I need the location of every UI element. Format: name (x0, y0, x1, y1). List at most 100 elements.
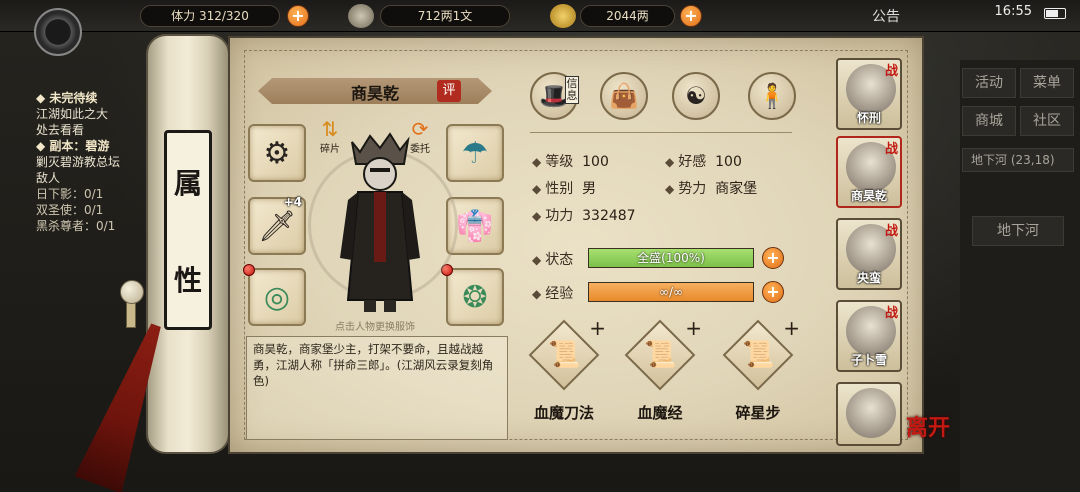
upgrade-plus-icon[interactable]: + (783, 316, 800, 340)
character-bio: 商昊乾，商家堡少主，打架不要命，且越战越勇，江湖人称「拼命三郎」。(江湖风云录复… (246, 336, 508, 440)
equip-slot-ring[interactable]: ◎ (248, 268, 306, 326)
quest-tracker[interactable]: ◆ 未完待续 江湖如此之大 处去看看 ◆ 副本：碧游 剿灭碧游教总坛 敌人 日下… (36, 90, 156, 234)
level-value: 100 (582, 154, 609, 170)
faction-value: 商家堡 (715, 181, 758, 197)
exp-label: 经验 (545, 286, 574, 302)
cycle-arrows-icon: ⟳ (411, 117, 429, 141)
location-item-label: 地下河 (997, 223, 1039, 239)
skill-name: 碎星步 (735, 404, 781, 422)
party-member-2[interactable]: 战 商昊乾 (836, 136, 902, 208)
stat-favor: ◆ 好感 100 (665, 151, 742, 171)
silver-text: 2044两 (606, 9, 649, 23)
skill-slot-2[interactable]: 📜 + 血魔经 (614, 316, 706, 423)
status-label: 状态 (545, 252, 574, 268)
portrait-avatar (846, 388, 896, 438)
stat-level: ◆ 等级 100 (532, 151, 609, 171)
tab-char: 属 (173, 166, 202, 200)
quest-line: 敌人 (36, 171, 61, 185)
tab-bagua[interactable]: ☯ (672, 72, 720, 120)
change-outfit-hint: 点击人物更换服饰 (335, 322, 415, 333)
upgrade-plus-icon[interactable]: + (685, 316, 702, 340)
entrust-label: 委托 (410, 144, 430, 155)
battle-tag: 战 (884, 142, 898, 157)
scroll-icon: 📜 (644, 340, 677, 370)
skill-name: 血魔刀法 (533, 404, 594, 422)
stat-power: ◆ 功力 332487 (532, 205, 636, 225)
fragment-label: 碎片 (320, 144, 340, 155)
location-text: 地下河 (971, 153, 1008, 167)
party-member-5[interactable] (836, 382, 902, 446)
silver-icon (550, 4, 576, 28)
quest-line: 日下影：0/1 (36, 187, 104, 201)
faction-label: 势力 (678, 181, 707, 197)
entrust-button[interactable]: ⟳ 委托 (400, 118, 440, 155)
add-exp-button[interactable]: + (762, 281, 784, 303)
activity-label: 活动 (975, 75, 1003, 91)
bag-icon: 👜 (609, 82, 639, 110)
equip-slot-hat[interactable]: ☂ (446, 124, 504, 182)
diamond-icon: ◆ (665, 155, 675, 169)
body-figure-icon: 🧍 (757, 82, 787, 110)
claw-helmet-icon: ⚙ (263, 135, 291, 171)
battle-tag: 战 (884, 306, 898, 321)
status-bar: 全盛(100%) (588, 248, 754, 268)
tab-bag[interactable]: 👜 (600, 72, 648, 120)
scroll-icon: 📜 (742, 340, 775, 370)
party-member-1[interactable]: 战 怀刑 (836, 58, 902, 130)
tab-meridians[interactable]: 🧍 (748, 72, 796, 120)
equip-slot-accessory[interactable]: ❂ (446, 268, 504, 326)
jade-dragon-icon: ❂ (462, 279, 488, 315)
upgrade-plus-icon[interactable]: + (589, 316, 606, 340)
menu-label: 菜单 (1033, 75, 1061, 91)
weapon-level: +4 (283, 195, 302, 209)
equip-slot-weapon[interactable]: 🗡 +4 (248, 195, 306, 255)
shop-label: 商城 (975, 113, 1003, 129)
character-name: 商昊乾 (350, 84, 399, 103)
party-member-3[interactable]: 战 央蛮 (836, 218, 902, 290)
party-name: 子卜雪 (850, 353, 887, 367)
battle-tag: 战 (884, 224, 898, 239)
party-member-4[interactable]: 战 子卜雪 (836, 300, 902, 372)
quest-title-1: ◆ 未完待续 (36, 91, 98, 105)
add-silver-button[interactable]: + (680, 5, 702, 27)
minimap-compass-icon[interactable] (34, 8, 82, 56)
top-bar: 体力 312/320 + 712两1文 2044两 + 公告 16:55 (0, 0, 1080, 32)
diamond-icon: ◆ (532, 209, 542, 223)
stamina-text: 体力 312/320 (171, 9, 249, 23)
skill-slot-3[interactable]: 📜 + 碎星步 (712, 316, 804, 423)
equip-slot-helmet[interactable]: ⚙ (248, 124, 306, 182)
gender-label: 性别 (545, 181, 574, 197)
fragment-button[interactable]: ⇅ 碎片 (310, 118, 350, 155)
skill-slot-1[interactable]: 📜 + 血魔刀法 (518, 316, 610, 423)
copper-text: 712两1文 (417, 9, 473, 23)
hero-figure[interactable] (330, 130, 430, 314)
add-stamina-button[interactable]: + (287, 5, 309, 27)
announce-label: 公告 (872, 9, 900, 25)
skill-name: 血魔经 (637, 404, 683, 422)
quest-title-2: ◆ 副本：碧游 (36, 139, 110, 153)
diamond-icon: ◆ (532, 155, 542, 169)
community-button[interactable]: 社区 (1020, 106, 1074, 136)
evaluate-button[interactable]: 评 (437, 80, 461, 102)
stat-faction: ◆ 势力 商家堡 (665, 178, 757, 198)
activity-button[interactable]: 活动 (962, 68, 1016, 98)
menu-button[interactable]: 菜单 (1020, 68, 1074, 98)
location-display: 地下河 (23,18) (962, 148, 1074, 172)
community-label: 社区 (1033, 113, 1061, 129)
tab-char: 性 (173, 263, 202, 297)
attributes-tab-label: 属 性 (164, 130, 212, 330)
location-list-item[interactable]: 地下河 (972, 216, 1064, 246)
gender-value: 男 (582, 181, 597, 197)
notification-dot (243, 264, 255, 276)
announcement-button[interactable]: 公告 (872, 6, 900, 26)
battery-icon (1044, 8, 1066, 19)
leave-button[interactable]: 离开 (906, 410, 954, 458)
shop-button[interactable]: 商城 (962, 106, 1016, 136)
arrows-up-icon: ⇅ (321, 117, 339, 141)
favor-value: 100 (715, 154, 742, 170)
stat-gender: ◆ 性别 男 (532, 178, 596, 198)
bead-pin (126, 300, 136, 328)
divider (530, 132, 792, 133)
restore-status-button[interactable]: + (762, 247, 784, 269)
diamond-icon: ◆ (532, 287, 542, 301)
